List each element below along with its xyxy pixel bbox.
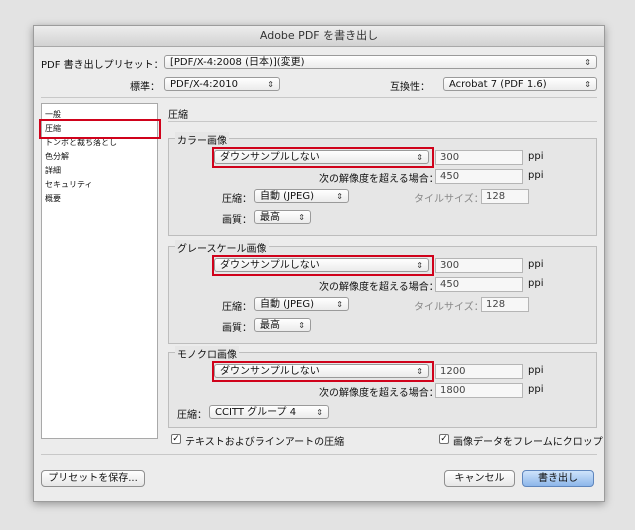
ppi-unit: ppi [528,365,544,376]
mono-ppi-field[interactable]: 1200 [435,364,523,379]
divider [168,121,597,122]
color-images-group: カラー画像 ダウンサンプルしない ⇕ 300 ppi 次の解像度を超える場合： … [168,132,597,236]
downsample-highlight [212,361,434,382]
popup-arrow-icon: ⇕ [336,192,343,201]
export-pdf-dialog: Adobe PDF を書き出し PDF 書き出しプリセット： [PDF/X-4:… [33,25,605,502]
gray-above-label: 次の解像度を超える場合： [319,282,439,293]
gray-compression-value: 自動 (JPEG) [260,299,315,310]
compat-value: Acrobat 7 (PDF 1.6) [449,79,547,90]
sidebar-item-output[interactable]: 色分解 [45,151,69,162]
panel-title: 圧縮 [168,110,188,121]
gray-tile-field[interactable]: 128 [481,297,529,312]
gray-above-field[interactable]: 450 [435,277,523,292]
mono-compression-value: CCITT グループ 4 [215,407,297,418]
sidebar-item-summary[interactable]: 概要 [45,193,61,204]
ppi-unit: ppi [528,278,544,289]
ppi-unit: ppi [528,170,544,181]
downsample-highlight [212,147,434,168]
selected-item-highlight [39,119,161,139]
preset-value: [PDF/X-4:2008 (日本)](変更) [170,57,305,68]
window-title: Adobe PDF を書き出し [34,26,604,47]
gray-quality-select[interactable]: 最高 ⇕ [254,318,311,332]
popup-arrow-icon: ⇕ [298,213,305,222]
popup-arrow-icon: ⇕ [267,80,274,89]
crop-checkbox[interactable]: ✓ [439,434,449,444]
divider [41,97,597,98]
downsample-highlight [212,255,434,276]
cancel-button[interactable]: キャンセル [444,470,515,487]
color-quality-label: 画質： [222,215,252,226]
sidebar-item-security[interactable]: セキュリティ [45,179,93,190]
gray-group-title: グレースケール画像 [175,240,269,255]
preset-label: PDF 書き出しプリセット： [41,60,164,71]
popup-arrow-icon: ⇕ [584,58,591,67]
color-compression-label: 圧縮： [222,194,252,205]
standard-value: PDF/X-4:2010 [170,79,238,90]
gray-ppi-field[interactable]: 300 [435,258,523,273]
divider [41,454,597,455]
mono-compression-label: 圧縮： [177,410,207,421]
ppi-unit: ppi [528,384,544,395]
color-tile-field[interactable]: 128 [481,189,529,204]
color-quality-select[interactable]: 最高 ⇕ [254,210,311,224]
color-tile-label: タイルサイズ： [414,194,484,205]
monochrome-images-group: モノクロ画像 ダウンサンプルしない ⇕ 1200 ppi 次の解像度を超える場合… [168,346,597,428]
popup-arrow-icon: ⇕ [584,80,591,89]
color-quality-value: 最高 [260,212,280,223]
mono-group-title: モノクロ画像 [175,346,239,361]
popup-arrow-icon: ⇕ [336,300,343,309]
category-sidebar: 一般 圧縮 トンボと裁ち落とし 色分解 詳細 セキュリティ 概要 [41,103,158,439]
ppi-unit: ppi [528,259,544,270]
standard-label: 標準： [130,82,160,93]
gray-quality-label: 画質： [222,323,252,334]
mono-above-label: 次の解像度を超える場合： [319,388,439,399]
compat-label: 互換性： [390,82,430,93]
text-art-checkbox[interactable]: ✓ [171,434,181,444]
color-compression-value: 自動 (JPEG) [260,191,315,202]
crop-label: 画像データをフレームにクロップ [453,437,603,448]
gray-compression-select[interactable]: 自動 (JPEG) ⇕ [254,297,349,311]
save-preset-button[interactable]: プリセットを保存... [41,470,145,487]
color-compression-select[interactable]: 自動 (JPEG) ⇕ [254,189,349,203]
mono-above-field[interactable]: 1800 [435,383,523,398]
compat-select[interactable]: Acrobat 7 (PDF 1.6) ⇕ [443,77,597,91]
text-art-label: テキストおよびラインアートの圧縮 [185,437,345,448]
popup-arrow-icon: ⇕ [298,321,305,330]
sidebar-item-advanced[interactable]: 詳細 [45,165,61,176]
gray-tile-label: タイルサイズ： [414,302,484,313]
preset-select[interactable]: [PDF/X-4:2008 (日本)](変更) ⇕ [164,55,597,69]
color-group-title: カラー画像 [175,132,229,147]
color-above-label: 次の解像度を超える場合： [319,174,439,185]
color-ppi-field[interactable]: 300 [435,150,523,165]
gray-quality-value: 最高 [260,320,280,331]
popup-arrow-icon: ⇕ [316,408,323,417]
grayscale-images-group: グレースケール画像 ダウンサンプルしない ⇕ 300 ppi 次の解像度を超える… [168,240,597,344]
standard-select[interactable]: PDF/X-4:2010 ⇕ [164,77,280,91]
color-above-field[interactable]: 450 [435,169,523,184]
ppi-unit: ppi [528,151,544,162]
gray-compression-label: 圧縮： [222,302,252,313]
export-button[interactable]: 書き出し [522,470,594,487]
mono-compression-select[interactable]: CCITT グループ 4 ⇕ [209,405,329,419]
